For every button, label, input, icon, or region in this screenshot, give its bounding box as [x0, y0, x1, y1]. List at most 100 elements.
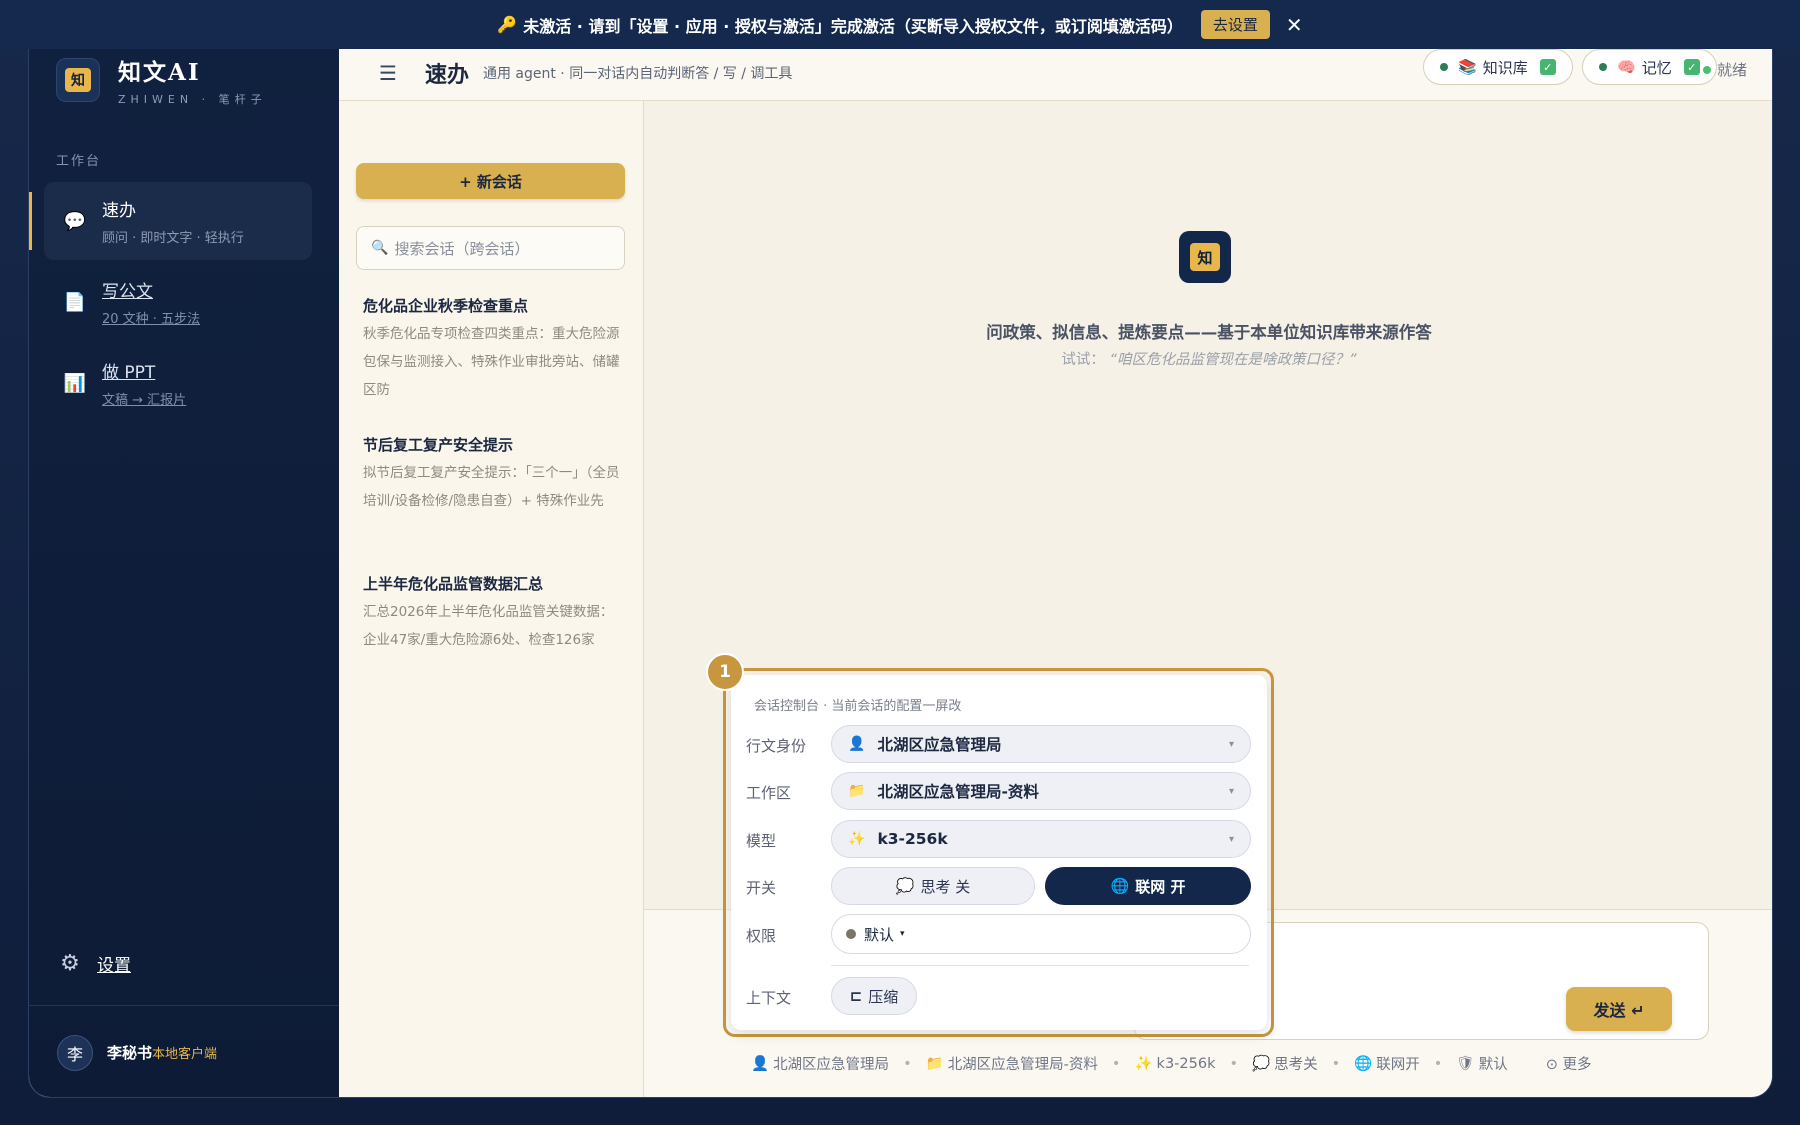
- conversation-list: + 新会话 🔍 搜索会话（跨会话） 危化品企业秋季检查重点 秋季危化品专项检查四…: [339, 101, 644, 1097]
- globe-icon: 🌐: [1110, 877, 1130, 895]
- more-button[interactable]: ⊙ 更多: [1546, 1053, 1592, 1074]
- status-web[interactable]: 联网开: [1376, 1053, 1420, 1074]
- web-toggle[interactable]: 🌐 联网 开: [1045, 867, 1251, 905]
- status-model[interactable]: k3-256k: [1157, 1056, 1216, 1072]
- compress-button[interactable]: ⊏ 压缩: [831, 977, 917, 1015]
- permission-select[interactable]: 默认 ▾: [831, 914, 1251, 954]
- go-settings-button[interactable]: 去设置: [1200, 10, 1270, 39]
- sidebar-item-subtitle: 20 文种 · 五步法: [102, 312, 201, 327]
- person-icon: 👤: [848, 736, 866, 752]
- sidebar-item-label: 写公文: [102, 282, 153, 302]
- brain-icon: 🧠: [1617, 58, 1636, 76]
- sparkle-icon: ✨: [1134, 1056, 1153, 1072]
- model-select[interactable]: ✨ k3-256k ▾: [831, 820, 1251, 858]
- status-dot: [1702, 65, 1711, 74]
- user-name: 李秘书: [107, 1044, 153, 1062]
- menu-icon[interactable]: ☰: [379, 61, 397, 85]
- memory-label: 记忆: [1641, 58, 1672, 77]
- bar-chart-icon: 📊: [63, 372, 87, 394]
- checkbox-checked-icon: ✓: [1539, 59, 1556, 75]
- conversation-snippet: 秋季危化品专项检查四类重点：重大危险源包保与监测接入、特殊作业审批旁站、储罐区防: [363, 326, 620, 398]
- page-title: 速办: [424, 61, 469, 88]
- folder-icon: 📁: [848, 783, 866, 799]
- welcome-logo: 知: [1179, 231, 1231, 283]
- ready-status: 就绪: [1702, 59, 1747, 80]
- workspace-value: 北湖区应急管理局-资料: [877, 783, 1039, 801]
- identity-select[interactable]: 👤 北湖区应急管理局 ▾: [831, 725, 1251, 763]
- brand-subtitle: ZHIWEN · 笔杆子: [118, 93, 267, 106]
- permission-label: 权限: [746, 927, 777, 945]
- new-conversation-button[interactable]: + 新会话: [356, 163, 625, 199]
- context-label: 上下文: [746, 989, 792, 1007]
- avatar: 李: [57, 1034, 93, 1071]
- knowledge-base-label: 知识库: [1482, 58, 1528, 77]
- thought-bubble-icon: 💭: [895, 877, 915, 895]
- search-icon: 🔍: [371, 240, 389, 256]
- separator: •: [1433, 1055, 1443, 1072]
- logo-icon: 知: [1190, 243, 1220, 271]
- chevron-down-icon: ▾: [1228, 833, 1234, 845]
- sidebar-item-write-doc[interactable]: 📄 写公文 20 文种 · 五步法: [44, 263, 312, 341]
- memory-toggle[interactable]: 🧠 记忆 ✓: [1582, 49, 1717, 85]
- sidebar-item-make-ppt[interactable]: 📊 做 PPT 文稿 → 汇报片: [44, 344, 312, 422]
- list-item[interactable]: 危化品企业秋季检查重点 秋季危化品专项检查四类重点：重大危险源包保与监测接入、特…: [363, 295, 625, 404]
- thought-bubble-icon: 💭: [1252, 1056, 1271, 1072]
- status-identity[interactable]: 北湖区应急管理局: [773, 1053, 889, 1074]
- permission-value: 默认: [864, 925, 895, 944]
- workspace-select[interactable]: 📁 北湖区应急管理局-资料 ▾: [831, 772, 1251, 810]
- checkbox-checked-icon: ✓: [1683, 59, 1700, 75]
- conversation-snippet: 汇总2026年上半年危化品监管关键数据：企业47家/重大危险源6处、检查126家: [363, 604, 614, 648]
- permission-dot: [846, 929, 856, 939]
- status-workspace[interactable]: 北湖区应急管理局-资料: [948, 1053, 1098, 1074]
- think-toggle[interactable]: 💭 思考 关: [831, 867, 1035, 905]
- identity-value: 北湖区应急管理局: [877, 736, 1002, 754]
- user-profile[interactable]: 李 李秘书 本地客户端: [29, 1005, 339, 1097]
- client-tag: 本地客户端: [152, 1047, 218, 1062]
- think-toggle-label: 思考 关: [920, 877, 971, 896]
- status-permission[interactable]: 默认: [1479, 1053, 1508, 1074]
- sidebar-item-subtitle: 顾问 · 即时文字 · 轻执行: [102, 231, 244, 246]
- sidebar-item-label: 做 PPT: [102, 363, 156, 383]
- sidebar: 知 知文AI ZHIWEN · 笔杆子 工作台 💬 速办 顾问 · 即时文字 ·…: [29, 45, 339, 1097]
- switch-label: 开关: [746, 879, 777, 897]
- close-icon[interactable]: ✕: [1286, 13, 1303, 37]
- conversation-title: 危化品企业秋季检查重点: [363, 297, 529, 315]
- settings-label: 设置: [97, 955, 131, 976]
- panel-heading: 会话控制台 · 当前会话的配置一屏改: [754, 699, 962, 714]
- activation-banner: 🔑 未激活 · 请到「设置 · 应用 · 授权与激活」完成激活（买断导入授权文件…: [0, 0, 1800, 49]
- send-button[interactable]: 发送 ↵: [1566, 987, 1672, 1031]
- step-badge: 1: [706, 653, 744, 691]
- books-icon: 📚: [1458, 58, 1477, 76]
- sidebar-item-subban[interactable]: 💬 速办 顾问 · 即时文字 · 轻执行: [44, 182, 312, 260]
- list-item[interactable]: 节后复工复产安全提示 拟节后复工复产安全提示：「三个一」（全员培训/设备检修/隐…: [363, 434, 625, 515]
- chevron-down-icon: ▾: [900, 929, 905, 939]
- status-think[interactable]: 思考关: [1274, 1053, 1318, 1074]
- brand: 知 知文AI ZHIWEN · 笔杆子: [56, 53, 267, 107]
- conversation-snippet: 拟节后复工复产安全提示：「三个一」（全员培训/设备检修/隐患自查）+ 特殊作业先: [363, 465, 620, 509]
- conversation-title: 节后复工复产安全提示: [363, 436, 514, 454]
- compress-label: 压缩: [868, 987, 899, 1006]
- header-bar: ☰ 速办 通用 agent · 同一对话内自动判断答 / 写 / 调工具 📚 知…: [339, 45, 1772, 101]
- active-indicator: [29, 192, 32, 250]
- welcome-suggestion[interactable]: 试试： “咱区危化品监管现在是啥政策口径？”: [644, 348, 1772, 369]
- page-subtitle: 通用 agent · 同一对话内自动判断答 / 写 / 调工具: [482, 65, 793, 82]
- chevron-down-icon: ▾: [1228, 738, 1234, 750]
- shield-icon: 🛡: [1456, 1056, 1475, 1072]
- logo-icon: 知: [65, 68, 91, 92]
- person-icon: 👤: [751, 1056, 770, 1072]
- knowledge-base-toggle[interactable]: 📚 知识库 ✓: [1423, 49, 1573, 85]
- app-logo: 知: [56, 58, 100, 102]
- status-dot: [1599, 63, 1607, 71]
- folder-icon: 📁: [925, 1056, 944, 1072]
- welcome-title: 问政策、拟信息、提炼要点——基于本单位知识库带来源作答: [986, 323, 1432, 342]
- model-value: k3-256k: [877, 830, 948, 848]
- session-status-strip: 👤 北湖区应急管理局 • 📁 北湖区应急管理局-资料 • ✨ k3-256k •…: [751, 1053, 1591, 1074]
- divider: [831, 965, 1249, 966]
- globe-icon: 🌐: [1354, 1056, 1373, 1072]
- sidebar-item-label: 速办: [102, 201, 136, 221]
- model-label: 模型: [746, 832, 777, 850]
- search-input[interactable]: 🔍 搜索会话（跨会话）: [356, 226, 625, 270]
- settings-link[interactable]: ⚙ 设置: [57, 950, 131, 976]
- status-dot: [1440, 63, 1448, 71]
- list-item[interactable]: 上半年危化品监管数据汇总 汇总2026年上半年危化品监管关键数据：企业47家/重…: [363, 573, 625, 654]
